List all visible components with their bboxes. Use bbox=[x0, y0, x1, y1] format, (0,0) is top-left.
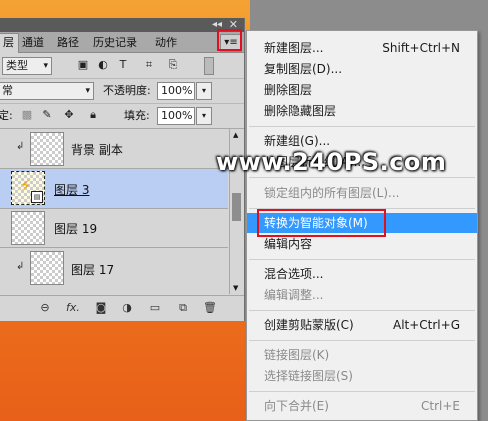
lock-all-icon[interactable]: 🔒︎ bbox=[86, 108, 100, 122]
menu-item-link-layers[interactable]: 链接图层(K) bbox=[247, 345, 477, 365]
tab-layers[interactable]: 层 bbox=[0, 33, 19, 53]
layer-name[interactable]: 图层 19 bbox=[54, 220, 97, 237]
menu-item-create-clipping-mask[interactable]: 创建剪贴蒙版(C) Alt+Ctrl+G bbox=[247, 315, 477, 335]
layer-row-selected[interactable]: ⚡︎ ▤ 图层 3 bbox=[0, 169, 228, 209]
link-icon[interactable]: ⊖ bbox=[38, 301, 52, 314]
layer-thumbnail[interactable] bbox=[30, 251, 64, 285]
filter-toggle[interactable] bbox=[204, 57, 214, 75]
adjustment-icon[interactable]: ◑ bbox=[120, 301, 134, 314]
layer-row[interactable]: ↲ 背景 副本 bbox=[0, 129, 228, 169]
scroll-up-icon[interactable]: ▲ bbox=[233, 131, 238, 139]
opacity-dropdown[interactable]: ▾ bbox=[196, 82, 212, 100]
layer-row[interactable]: 图层 19 bbox=[0, 209, 228, 248]
menu-item-label: 向下合并(E) bbox=[264, 399, 329, 413]
menu-item-label: 混合选项... bbox=[264, 267, 324, 281]
shape-filter-icon[interactable]: ⌗ bbox=[142, 58, 156, 72]
adjustment-filter-icon[interactable]: ◐ bbox=[96, 58, 110, 72]
layers-panel: ◂◂ ✕ 层 通道 路径 历史记录 动作 ▾≡ 类型 ▾ ▣ ◐ T ⌗ ⎘ 常… bbox=[0, 18, 245, 321]
group-folder-icon[interactable]: ▭ bbox=[148, 301, 162, 314]
panel-title-bar[interactable]: ◂◂ ✕ bbox=[0, 18, 244, 32]
menu-item-duplicate-layer[interactable]: 复制图层(D)... bbox=[247, 59, 477, 79]
menu-item-shortcut: Shift+Ctrl+N bbox=[382, 41, 460, 55]
layer-name[interactable]: 图层 17 bbox=[71, 261, 114, 278]
menu-item-label: 编辑调整... bbox=[264, 288, 324, 302]
lock-position-icon[interactable]: ✥ bbox=[62, 108, 76, 122]
type-filter-icon[interactable]: T bbox=[116, 58, 130, 72]
smart-object-badge-icon: ▤ bbox=[31, 191, 43, 203]
fill-label: 填充: bbox=[124, 109, 150, 122]
panel-tabs: 层 通道 路径 历史记录 动作 bbox=[0, 32, 244, 53]
blend-mode-select[interactable]: 常 ▾ bbox=[0, 82, 94, 100]
opacity-label: 不透明度: bbox=[103, 84, 151, 97]
layer-row[interactable]: ↲ 图层 17 bbox=[0, 248, 228, 288]
filter-kind-value: 类型 bbox=[6, 59, 28, 72]
lock-pixels-icon[interactable]: ✎ bbox=[40, 108, 54, 122]
layer-name[interactable]: 背景 副本 bbox=[71, 141, 123, 158]
clip-arrow-icon: ↲ bbox=[16, 261, 25, 272]
lock-row: 定: ▩ ✎ ✥ 🔒︎ 填充: 100% ▾ bbox=[0, 104, 244, 129]
tab-paths[interactable]: 路径 bbox=[53, 34, 83, 51]
new-layer-icon[interactable]: ⧉ bbox=[176, 301, 190, 315]
menu-item-label: 编辑内容 bbox=[264, 237, 313, 251]
blend-mode-value: 常 bbox=[2, 84, 13, 97]
annotation-box-menu bbox=[217, 29, 242, 51]
filter-kind-select[interactable]: 类型 ▾ bbox=[2, 57, 52, 75]
menu-separator bbox=[249, 310, 475, 311]
menu-item-label: 链接图层(K) bbox=[264, 348, 330, 362]
trash-icon[interactable]: 🗑︎ bbox=[203, 301, 217, 314]
layers-list: ↲ 背景 副本 ⚡︎ ▤ 图层 3 图层 19 ↲ 图层 17 bbox=[0, 129, 228, 294]
menu-item-select-linked-layers[interactable]: 选择链接图层(S) bbox=[247, 366, 477, 386]
lock-transparent-icon[interactable]: ▩ bbox=[20, 108, 34, 122]
menu-item-shortcut: Alt+Ctrl+G bbox=[392, 318, 460, 332]
menu-item-label: 锁定组内的所有图层(L)... bbox=[264, 186, 400, 200]
menu-item-edit-contents[interactable]: 编辑内容 bbox=[247, 234, 477, 254]
scroll-down-icon[interactable]: ▼ bbox=[233, 284, 238, 292]
menu-item-shortcut: Ctrl+E bbox=[421, 399, 460, 413]
menu-item-label: 删除隐藏图层 bbox=[264, 104, 337, 118]
menu-separator bbox=[249, 391, 475, 392]
layer-thumbnail[interactable] bbox=[30, 132, 64, 166]
smart-object-filter-icon[interactable]: ⎘ bbox=[166, 58, 180, 72]
fill-dropdown[interactable]: ▾ bbox=[196, 107, 212, 125]
chevron-down-icon: ▾ bbox=[85, 86, 90, 96]
layer-name[interactable]: 图层 3 bbox=[54, 181, 89, 198]
layer-thumbnail[interactable] bbox=[11, 211, 45, 245]
fx-icon[interactable]: fx. bbox=[66, 301, 80, 314]
fill-input[interactable]: 100% bbox=[157, 107, 195, 125]
scroll-thumb[interactable] bbox=[232, 193, 241, 221]
mask-icon[interactable]: ◙ bbox=[94, 301, 108, 314]
menu-item-label: 创建剪贴蒙版(C) bbox=[264, 318, 354, 332]
menu-item-merge-down[interactable]: 向下合并(E) Ctrl+E bbox=[247, 396, 477, 416]
tab-channels[interactable]: 通道 bbox=[18, 34, 48, 51]
menu-item-new-layer[interactable]: 新建图层... Shift+Ctrl+N bbox=[247, 38, 477, 58]
tab-history[interactable]: 历史记录 bbox=[89, 34, 141, 51]
menu-separator bbox=[249, 126, 475, 127]
smart-object-thumbnail[interactable]: ⚡︎ ▤ bbox=[11, 171, 45, 205]
annotation-box-convert bbox=[257, 209, 386, 237]
menu-item-lock-all-layers[interactable]: 锁定组内的所有图层(L)... bbox=[247, 183, 477, 203]
tab-actions[interactable]: 动作 bbox=[151, 34, 181, 51]
menu-item-edit-adjustment[interactable]: 编辑调整... bbox=[247, 285, 477, 305]
clip-arrow-icon: ↲ bbox=[16, 141, 25, 152]
menu-item-label: 新建图层... bbox=[264, 41, 324, 55]
watermark: www.240PS.com bbox=[216, 148, 447, 176]
menu-item-label: 选择链接图层(S) bbox=[264, 369, 353, 383]
menu-item-blending-options[interactable]: 混合选项... bbox=[247, 264, 477, 284]
menu-separator bbox=[249, 177, 475, 178]
menu-item-delete-hidden-layers[interactable]: 删除隐藏图层 bbox=[247, 101, 477, 121]
filter-row: 类型 ▾ ▣ ◐ T ⌗ ⎘ bbox=[0, 54, 244, 79]
opacity-input[interactable]: 100% bbox=[157, 82, 195, 100]
menu-item-label: 删除图层 bbox=[264, 83, 313, 97]
chevron-down-icon: ▾ bbox=[43, 61, 48, 71]
pixel-filter-icon[interactable]: ▣ bbox=[76, 58, 90, 72]
menu-separator bbox=[249, 259, 475, 260]
menu-item-label: 复制图层(D)... bbox=[264, 62, 343, 76]
blend-row: 常 ▾ 不透明度: 100% ▾ bbox=[0, 79, 244, 104]
lightning-icon: ⚡︎ bbox=[20, 176, 32, 195]
menu-separator bbox=[249, 340, 475, 341]
layers-bottom-toolbar: ⊖ fx. ◙ ◑ ▭ ⧉ 🗑︎ bbox=[0, 295, 244, 321]
lock-label: 定: bbox=[0, 109, 13, 122]
menu-item-delete-layer[interactable]: 删除图层 bbox=[247, 80, 477, 100]
